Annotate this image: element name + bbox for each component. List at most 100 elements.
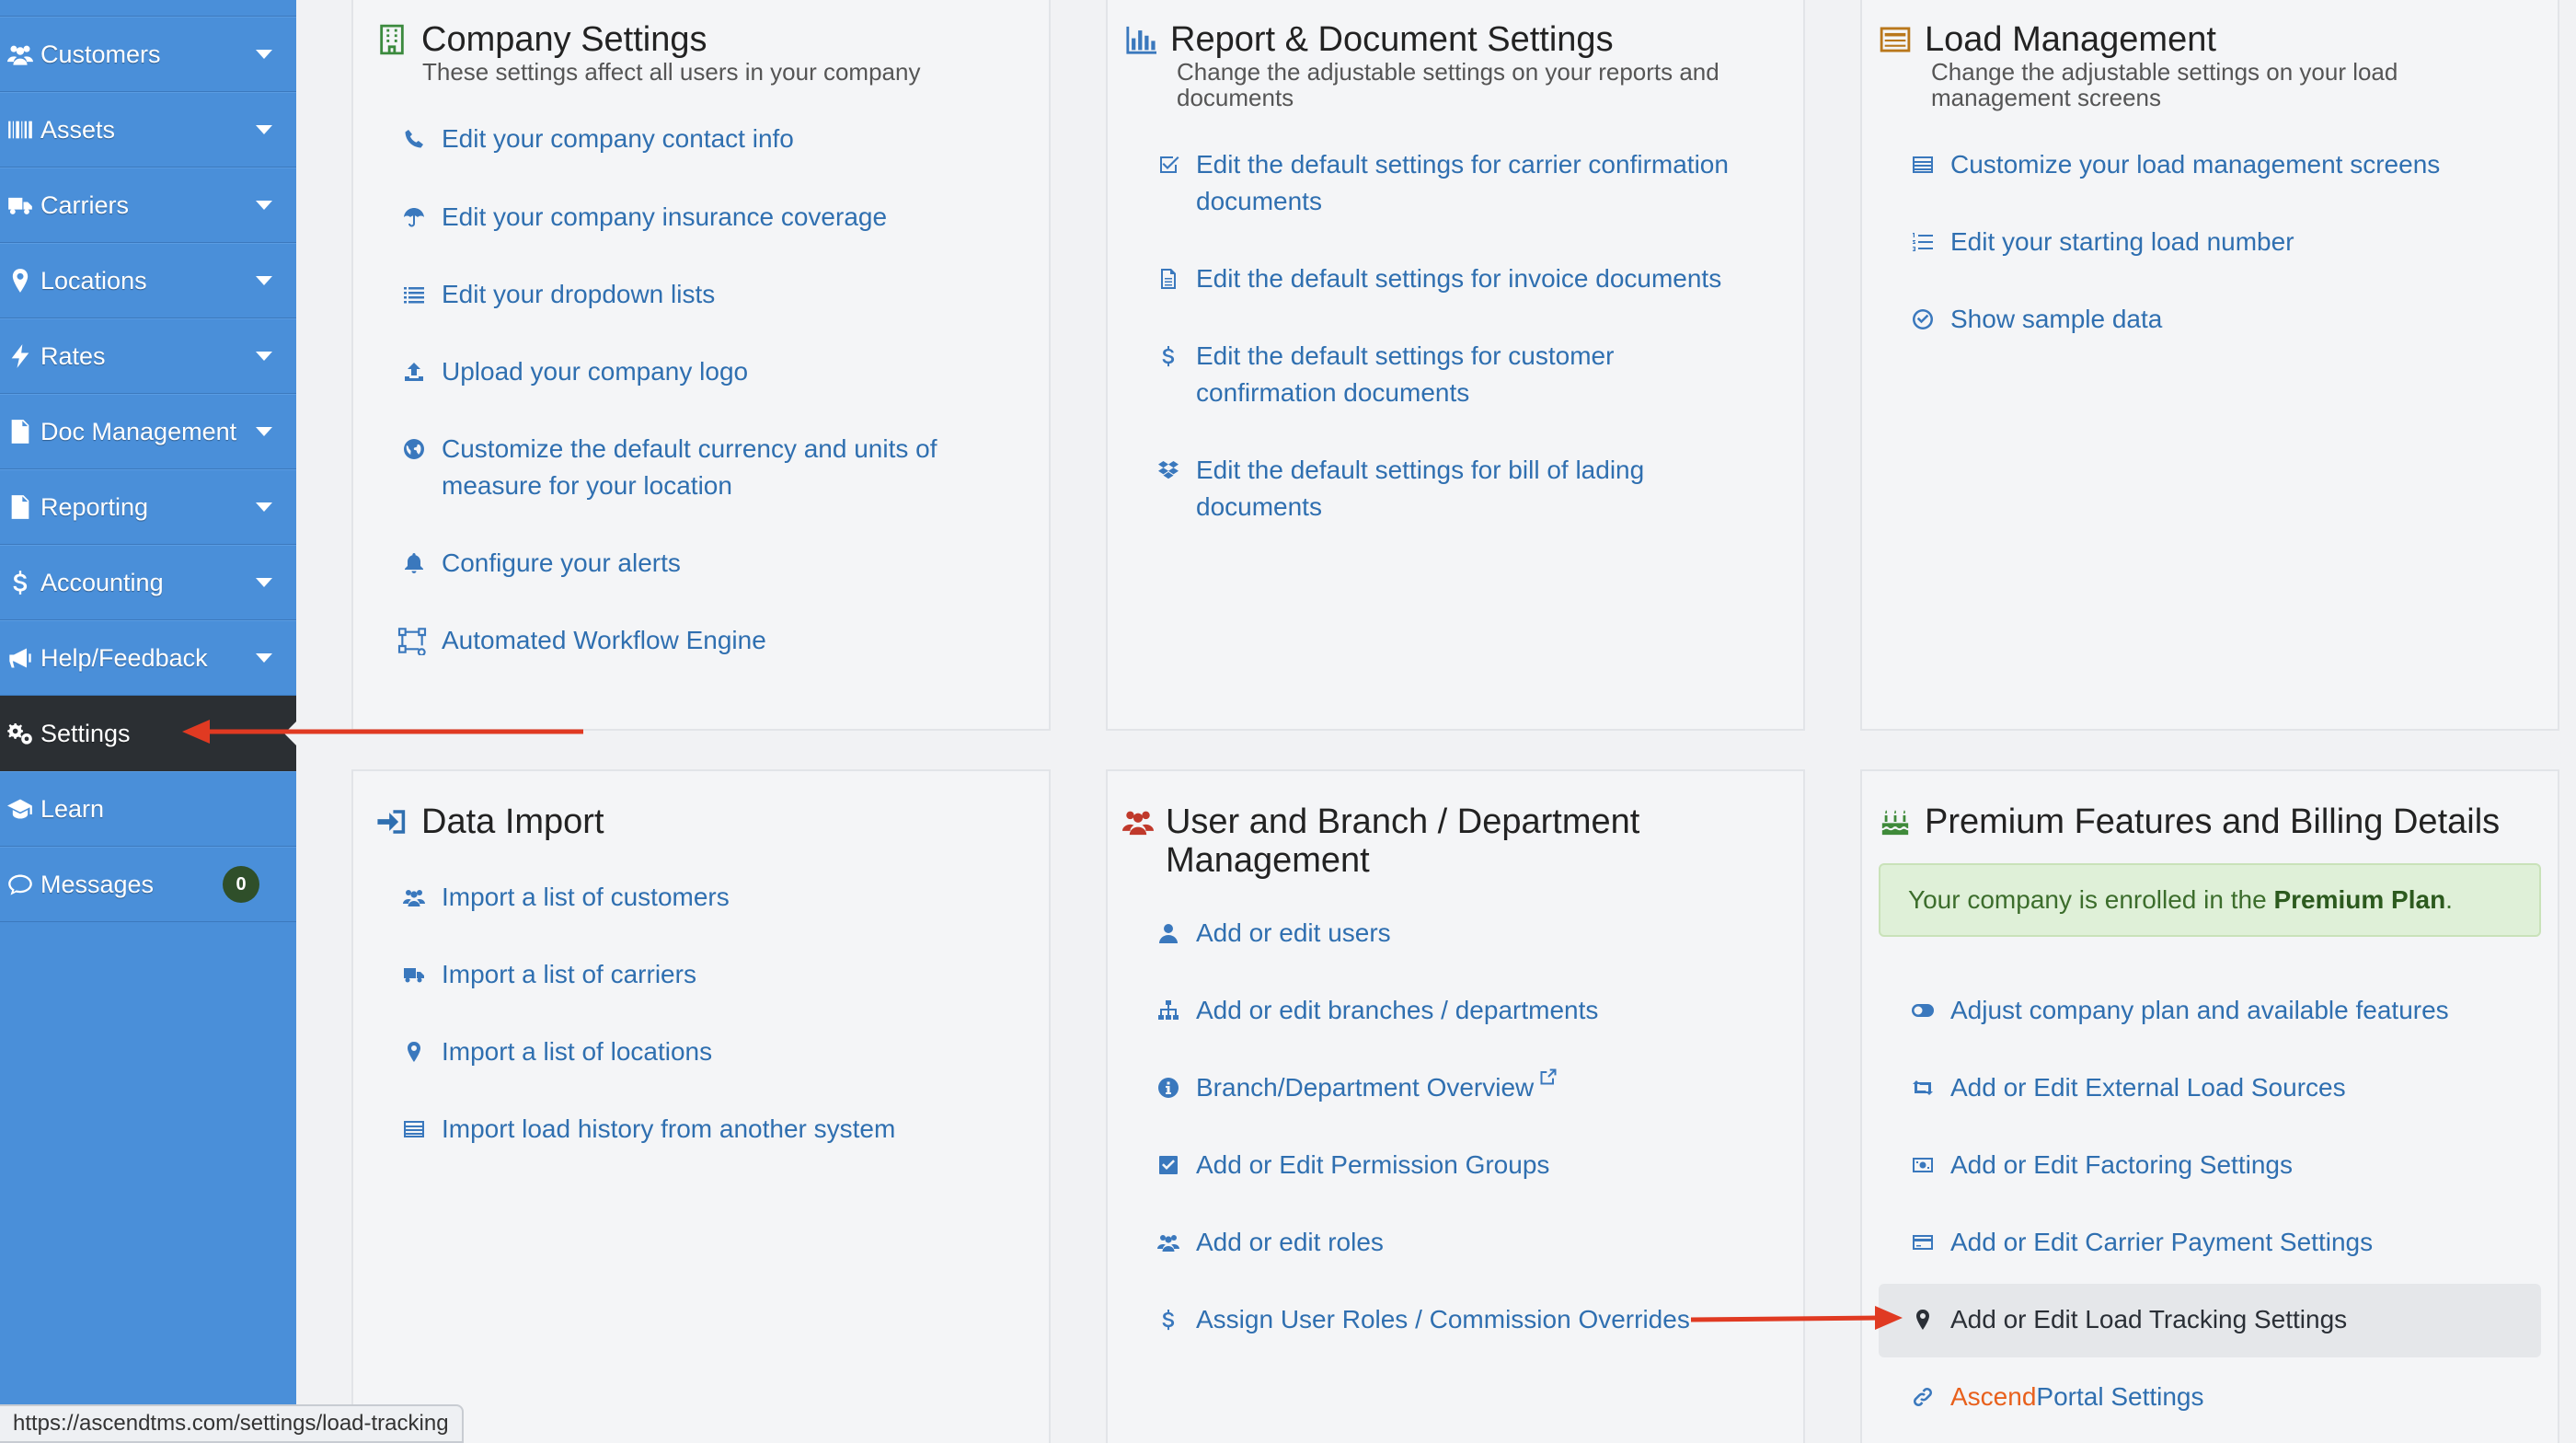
add-edit-permission-groups-link[interactable]: Add or Edit Permission Groups: [1152, 1147, 1549, 1183]
link-text: Configure your alerts: [442, 548, 681, 577]
link-text: Add or Edit Carrier Payment Settings: [1950, 1228, 2374, 1256]
dollar-icon: [1152, 1301, 1185, 1338]
megaphone-icon: [0, 645, 40, 671]
caret-down-icon: [256, 578, 272, 587]
sidebar-item-assets[interactable]: Assets: [0, 92, 296, 167]
ascend-brand-text: Ascend: [1950, 1382, 2037, 1411]
premium-plan-name: Premium Plan: [2273, 885, 2446, 914]
adjust-company-plan-link[interactable]: Adjust company plan and available featur…: [1906, 992, 2449, 1029]
link-icon: [1906, 1379, 1939, 1415]
upload-company-logo-link[interactable]: Upload your company logo: [397, 353, 748, 390]
automated-workflow-engine-link[interactable]: Automated Workflow Engine: [394, 622, 766, 659]
panel-title-text: Company Settings: [421, 20, 707, 59]
link-text: Import a list of customers: [442, 883, 730, 911]
sidebar-top-strip: [0, 0, 296, 17]
branch-department-overview-link[interactable]: Branch/Department Overview: [1152, 1069, 1558, 1106]
users-icon: [1152, 1224, 1185, 1261]
sidebar-item-doc-management[interactable]: Doc Management: [0, 394, 296, 469]
edit-starting-load-number-link[interactable]: Edit your starting load number: [1906, 224, 2294, 260]
panel-title-text: Premium Features and Billing Details: [1925, 802, 2501, 841]
caret-down-icon: [256, 201, 272, 210]
link-text: Edit the default settings for carrier co…: [1196, 150, 1729, 215]
link-text: Import a list of carriers: [442, 960, 696, 988]
link-text: Add or Edit Load Tracking Settings: [1950, 1305, 2348, 1333]
link-text: Show sample data: [1950, 305, 2163, 333]
user-icon: [1152, 915, 1185, 952]
sidebar-item-label: Rates: [40, 341, 106, 370]
link-text: Branch/Department Overview: [1196, 1073, 1535, 1102]
customer-confirmation-defaults-link[interactable]: Edit the default settings for customer c…: [1152, 338, 1704, 411]
graduation-cap-icon: [0, 796, 40, 822]
add-edit-users-link[interactable]: Add or edit users: [1152, 915, 1391, 952]
carrier-payment-settings-link[interactable]: Add or Edit Carrier Payment Settings: [1906, 1224, 2373, 1261]
bolt-icon: [0, 343, 40, 369]
link-text: Edit your company contact info: [442, 124, 794, 153]
numbered-list-icon: [1906, 224, 1939, 260]
dollar-icon: [1152, 338, 1185, 375]
sidebar-item-settings[interactable]: Settings: [0, 696, 296, 771]
sidebar-item-help-feedback[interactable]: Help/Feedback: [0, 620, 296, 696]
edit-dropdown-lists-link[interactable]: Edit your dropdown lists: [397, 276, 715, 313]
customize-currency-units-link[interactable]: Customize the default currency and units…: [397, 431, 968, 504]
external-load-sources-link[interactable]: Add or Edit External Load Sources: [1906, 1069, 2346, 1106]
list-icon: [397, 276, 431, 313]
check-square-icon: [1152, 146, 1185, 183]
import-customers-link[interactable]: Import a list of customers: [397, 879, 730, 916]
link-text: Automated Workflow Engine: [442, 626, 766, 654]
add-edit-roles-link[interactable]: Add or edit roles: [1152, 1224, 1384, 1261]
sidebar-item-label: Assets: [40, 115, 116, 144]
carrier-confirmation-defaults-link[interactable]: Edit the default settings for carrier co…: [1152, 146, 1777, 220]
panel-title-text: Load Management: [1925, 20, 2216, 59]
load-management-subtitle: Change the adjustable settings on your l…: [1931, 58, 2398, 111]
document-icon: [0, 494, 40, 520]
sidebar-item-reporting[interactable]: Reporting: [0, 469, 296, 545]
configure-alerts-link[interactable]: Configure your alerts: [397, 545, 681, 582]
ascend-portal-settings-link[interactable]: AscendPortal Settings: [1906, 1379, 2204, 1415]
show-sample-data-link[interactable]: Show sample data: [1906, 301, 2162, 338]
link-text: Upload your company logo: [442, 357, 749, 386]
sidebar-item-customers[interactable]: Customers: [0, 17, 296, 92]
globe-icon: [397, 431, 431, 468]
sidebar-item-label: Reporting: [40, 492, 149, 521]
premium-notice-suffix: .: [2445, 885, 2453, 914]
customize-load-management-screens-link[interactable]: Customize your load management screens: [1906, 146, 2440, 183]
messages-count-badge: 0: [223, 866, 259, 903]
load-tracking-settings-link[interactable]: Add or Edit Load Tracking Settings: [1906, 1301, 2347, 1338]
sidebar: Customers Assets Carriers Locations Rate…: [0, 0, 296, 1443]
phone-icon: [397, 121, 431, 157]
bill-of-lading-defaults-link[interactable]: Edit the default settings for bill of la…: [1152, 452, 1704, 525]
factoring-settings-link[interactable]: Add or Edit Factoring Settings: [1906, 1147, 2293, 1183]
import-locations-link[interactable]: Import a list of locations: [397, 1033, 712, 1070]
users-icon: [0, 41, 40, 67]
caret-down-icon: [256, 502, 272, 512]
sidebar-item-label: Customers: [40, 40, 161, 68]
link-text: Edit the default settings for bill of la…: [1196, 456, 1645, 521]
invoice-document-defaults-link[interactable]: Edit the default settings for invoice do…: [1152, 260, 1777, 297]
map-marker-icon: [1906, 1301, 1939, 1338]
sidebar-item-messages[interactable]: Messages 0: [0, 847, 296, 922]
assign-user-roles-commission-link[interactable]: Assign User Roles / Commission Overrides: [1152, 1301, 1690, 1338]
edit-insurance-coverage-link[interactable]: Edit your company insurance coverage: [397, 199, 887, 236]
link-text: Adjust company plan and available featur…: [1950, 996, 2449, 1024]
company-settings-title: Company Settings: [374, 20, 707, 60]
edit-company-contact-link[interactable]: Edit your company contact info: [397, 121, 794, 157]
company-settings-subtitle: These settings affect all users in your …: [422, 58, 921, 86]
data-import-panel: [351, 769, 1051, 1443]
sidebar-item-carriers[interactable]: Carriers: [0, 167, 296, 243]
link-text: Add or edit roles: [1196, 1228, 1384, 1256]
status-bar-url: https://ascendtms.com/settings/load-trac…: [0, 1404, 464, 1443]
import-carriers-link[interactable]: Import a list of carriers: [397, 956, 696, 993]
sidebar-item-learn[interactable]: Learn: [0, 771, 296, 847]
caret-down-icon: [256, 276, 272, 285]
users-icon: [397, 879, 431, 916]
panel-title-text: Data Import: [421, 802, 604, 841]
add-edit-branches-link[interactable]: Add or edit branches / departments: [1152, 992, 1598, 1029]
sitemap-icon: [1152, 992, 1185, 1029]
sidebar-item-label: Messages: [40, 870, 155, 898]
link-text: Edit your company insurance coverage: [442, 202, 888, 231]
sidebar-item-accounting[interactable]: Accounting: [0, 545, 296, 620]
import-load-history-link[interactable]: Import load history from another system: [397, 1111, 895, 1148]
sidebar-item-locations[interactable]: Locations: [0, 243, 296, 318]
sidebar-item-rates[interactable]: Rates: [0, 318, 296, 394]
building-icon: [374, 20, 410, 55]
